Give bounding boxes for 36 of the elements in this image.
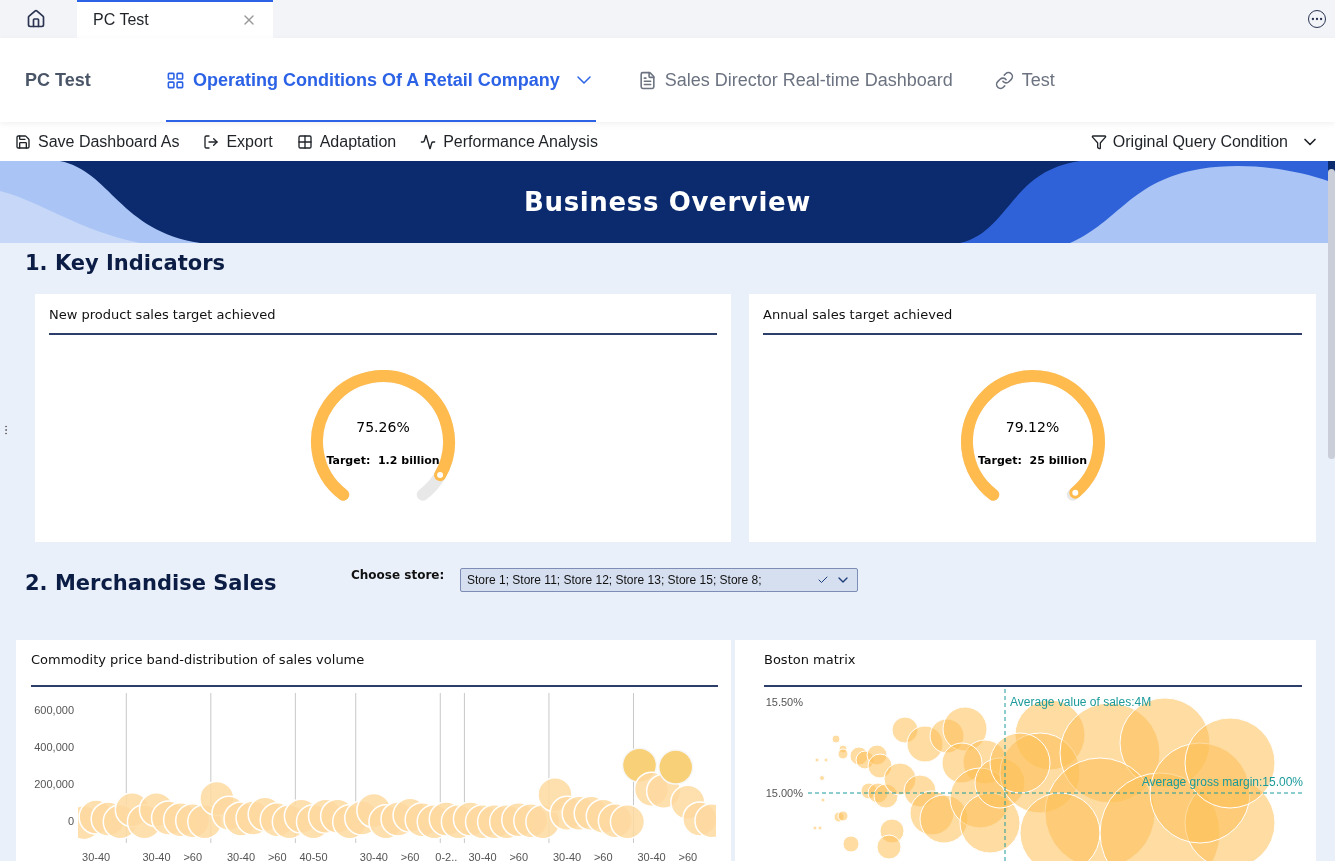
axis-tick-label: 30-40 <box>359 851 388 861</box>
axis-tick-label: 30-40 <box>553 851 582 861</box>
card-title: Boston matrix <box>764 651 857 669</box>
axis-tick-label: 15.50% <box>765 696 803 708</box>
section-title: 1. Key Indicators <box>25 250 226 277</box>
card-title: Commodity price band-distribution of sales volume <box>31 651 366 669</box>
axis-tick-label: 200,000 <box>34 777 74 790</box>
axis-tick-label: 30-40 <box>226 851 256 861</box>
axis-tick-label: 40-50 <box>299 851 328 861</box>
axis-tick-label: 15.00% <box>765 787 803 799</box>
axis-tick-label: 30-40 <box>637 851 666 861</box>
filter-label: Choose store: <box>351 567 446 584</box>
axis-tick-label: >60 <box>593 851 613 861</box>
banner-title: Business Overview <box>524 185 811 219</box>
axis-tick-label: >60 <box>400 851 420 861</box>
gauge-target: Target: 1.2 billion <box>326 453 440 469</box>
axis-tick-label: 0 <box>67 814 74 827</box>
gauge-value: 79.12% <box>1005 418 1060 437</box>
section-title: 2. Merchandise Sales <box>25 570 278 597</box>
average-label: Average gross margin:15.00% <box>1141 775 1303 789</box>
axis-tick-label: 30-40 <box>82 851 111 861</box>
axis-tick-label: >60 <box>183 851 203 861</box>
card-title: New product sales target achieved <box>49 306 277 324</box>
axis-tick-label: 0-2.. <box>435 851 458 861</box>
axis-tick-label: >60 <box>678 851 698 861</box>
axis-tick-label: >60 <box>267 851 287 861</box>
axis-tick-label: 400,000 <box>34 740 74 753</box>
axis-tick-label: 30-40 <box>142 851 171 861</box>
card-title: Annual sales target achieved <box>763 306 954 324</box>
workspace-title: PC Test <box>25 68 92 92</box>
axis-tick-label: 600,000 <box>34 703 74 716</box>
gauge-target: Target: 25 billion <box>977 453 1088 469</box>
average-label: Average value of sales:4M <box>1010 695 1152 709</box>
axis-tick-label: 30-40 <box>468 851 497 861</box>
axis-tick-label: >60 <box>509 851 529 861</box>
gauge-value: 75.26% <box>356 418 410 437</box>
